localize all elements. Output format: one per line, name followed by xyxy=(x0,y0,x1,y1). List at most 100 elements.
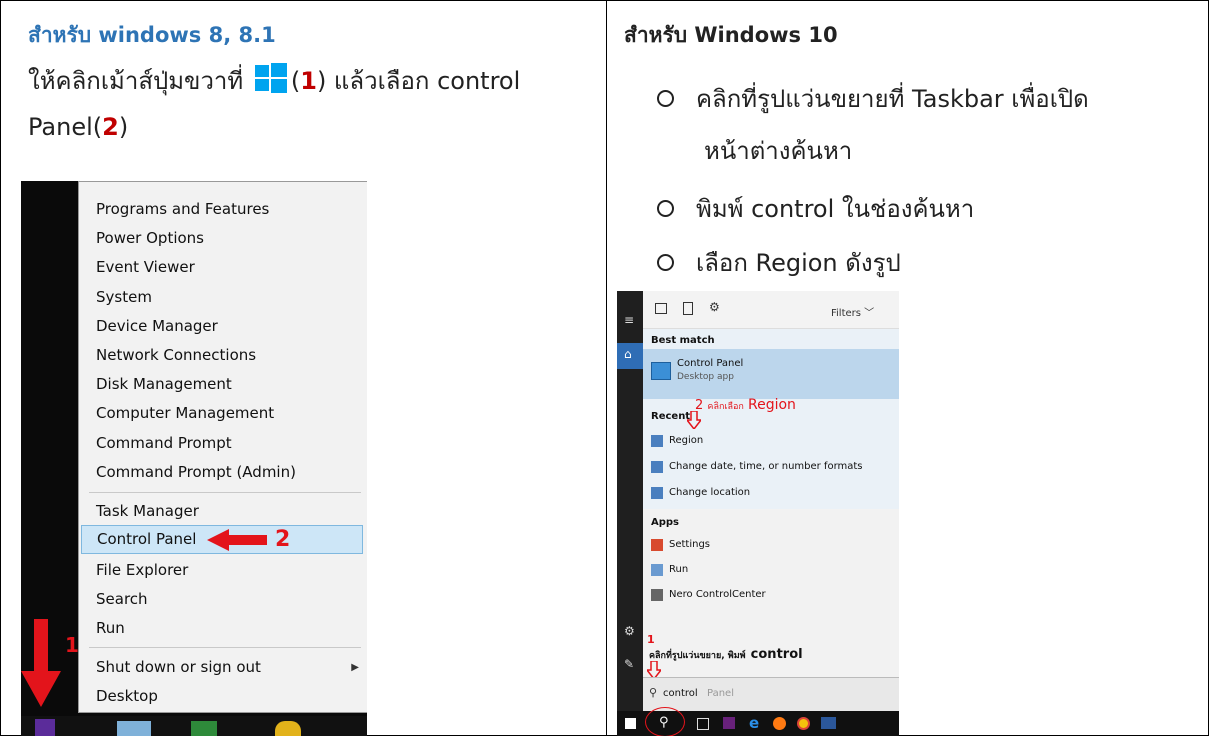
app-item-label: Run xyxy=(669,564,689,575)
menu-item-disk-management[interactable]: Disk Management xyxy=(96,375,232,393)
menu-item-task-manager[interactable]: Task Manager xyxy=(96,502,199,520)
red-arrow-left-icon xyxy=(207,529,267,551)
submenu-arrow-icon: ▶ xyxy=(351,662,359,673)
explorer-taskbar-icon[interactable] xyxy=(117,721,151,736)
control-panel-icon xyxy=(651,362,671,380)
hamburger-icon[interactable]: ≡ xyxy=(624,313,634,327)
bullet-1-continuation: หน้าต่างค้นหา xyxy=(704,137,853,165)
paren-open: ( xyxy=(290,67,301,95)
app-item-settings[interactable]: Settings xyxy=(643,533,899,557)
search-icon: ⚲ xyxy=(649,686,658,699)
menu-item-command-prompt-admin[interactable]: Command Prompt (Admin) xyxy=(96,463,296,481)
menu-item-computer-management[interactable]: Computer Management xyxy=(96,404,274,422)
menu-item-network-connections[interactable]: Network Connections xyxy=(96,346,256,364)
menu-item-power-options[interactable]: Power Options xyxy=(96,229,204,247)
bullet-2-text: พิมพ์ control ในช่องค้นหา xyxy=(696,195,975,223)
menu-item-programs-features[interactable]: Programs and Features xyxy=(96,200,269,218)
menu-separator xyxy=(89,647,361,648)
annotation-1-text: คลิกที่รูปแว่นขยาย, พิมพ์ control xyxy=(649,643,803,662)
apps-filter-icon[interactable] xyxy=(655,303,667,314)
menu-item-file-explorer[interactable]: File Explorer xyxy=(96,561,188,579)
visual-studio-icon[interactable] xyxy=(723,717,735,729)
windows10-heading: สำหรับ Windows 10 xyxy=(624,23,838,47)
menu-item-shutdown[interactable]: Shut down or sign out xyxy=(96,658,261,676)
word-icon[interactable] xyxy=(821,717,836,729)
menu-item-device-manager[interactable]: Device Manager xyxy=(96,317,218,335)
start-rail: ≡ ⌂ ⚙ ✎ xyxy=(617,291,643,711)
region-icon xyxy=(651,487,663,499)
filters-label: Filters xyxy=(831,308,861,319)
search-suggestion-text: Panel xyxy=(707,688,734,699)
app-item-label: Nero ControlCenter xyxy=(669,589,766,600)
run-app-icon xyxy=(651,564,663,576)
step2-marker: 2 xyxy=(275,527,291,552)
apps-label: Apps xyxy=(651,517,680,528)
windows-logo-icon xyxy=(254,63,287,93)
annotation-2-big: Region xyxy=(748,397,796,413)
bullet-3-text: เลือก Region ดังรูป xyxy=(696,249,901,277)
down-arrow-icon xyxy=(687,411,701,429)
instruction-text-b: ) แล้วเลือก control xyxy=(316,67,521,95)
filters-dropdown[interactable]: Filters ﹀ xyxy=(831,304,874,319)
annotation-2: 2 คลิกเลือก Region xyxy=(695,397,796,413)
app-item-run[interactable]: Run xyxy=(643,558,899,582)
windows8-heading: สำหรับ windows 8, 8.1 xyxy=(28,23,276,47)
menu-item-command-prompt[interactable]: Command Prompt xyxy=(96,434,232,452)
search-typed-text: control xyxy=(663,688,698,699)
menu-item-search[interactable]: Search xyxy=(96,590,148,608)
task-view-icon[interactable] xyxy=(697,718,709,730)
settings-filter-icon[interactable]: ⚙ xyxy=(709,300,720,314)
menu-item-desktop[interactable]: Desktop xyxy=(96,687,158,705)
windows8-instruction-line1: ให้คลิกเม้าส์ปุ่มขวาที่ (1) แล้วเลือก co… xyxy=(28,61,520,100)
nero-app-icon xyxy=(651,589,663,601)
menu-separator xyxy=(89,492,361,493)
start-button-icon[interactable] xyxy=(35,719,55,736)
settings-gear-icon[interactable]: ⚙ xyxy=(624,624,635,638)
search-box[interactable]: ⚲ control Panel xyxy=(643,677,899,712)
instruction-text-d: ) xyxy=(118,113,129,141)
bullet-circle-icon xyxy=(657,200,674,217)
start-button-icon[interactable] xyxy=(625,718,636,729)
menu-item-run[interactable]: Run xyxy=(96,619,125,637)
bullet-3: เลือก Region ดังรูป xyxy=(657,243,901,282)
home-icon: ⌂ xyxy=(624,347,632,361)
edge-icon[interactable]: e xyxy=(749,714,759,732)
instruction-table: สำหรับ windows 8, 8.1 ให้คลิกเม้าส์ปุ่มข… xyxy=(0,0,1209,736)
menu-item-system[interactable]: System xyxy=(96,288,152,306)
recent-item-label: Change date, time, or number formats xyxy=(669,461,863,472)
annotation-1-small: คลิกที่รูปแว่นขยาย, พิมพ์ xyxy=(649,651,746,661)
region-icon xyxy=(651,435,663,447)
search-toolbar: ⚙ Filters ﹀ xyxy=(643,291,899,329)
best-match-label: Best match xyxy=(651,335,715,346)
annotation-1-big: control xyxy=(750,647,803,662)
bullet-circle-icon xyxy=(657,254,674,271)
bullet-circle-icon xyxy=(657,90,674,107)
win10-taskbar: ⚲ e xyxy=(617,707,899,736)
win10-search-screenshot: ≡ ⌂ ⚙ ✎ ⚙ Filters ﹀ Best match Control P… xyxy=(617,291,899,736)
step1-marker: 1 xyxy=(65,633,79,657)
step-number-1: 1 xyxy=(300,67,317,95)
instruction-text-a: ให้คลิกเม้าส์ปุ่มขวาที่ xyxy=(28,67,244,95)
recent-item-label: Region xyxy=(669,435,704,446)
store-taskbar-icon[interactable] xyxy=(191,721,217,736)
best-match-subtitle: Desktop app xyxy=(677,372,734,382)
recent-item-change-date[interactable]: Change date, time, or number formats xyxy=(643,455,899,479)
winx-menu-screenshot: Programs and Features Power Options Even… xyxy=(21,181,367,736)
recent-label: Recent xyxy=(651,411,691,422)
bullet-1-text: คลิกที่รูปแว่นขยายที่ Taskbar เพื่อเปิด xyxy=(696,85,1089,113)
menu-item-event-viewer[interactable]: Event Viewer xyxy=(96,258,195,276)
annotation-2-small: คลิกเลือก xyxy=(707,402,744,412)
chrome-taskbar-icon[interactable] xyxy=(275,721,301,736)
chrome-icon[interactable] xyxy=(797,717,810,730)
bullet-1: คลิกที่รูปแว่นขยายที่ Taskbar เพื่อเปิด xyxy=(657,79,1089,118)
red-arrow-down-icon xyxy=(21,619,61,707)
recent-item-change-location[interactable]: Change location xyxy=(643,481,899,505)
recent-item-region[interactable]: Region xyxy=(643,429,899,453)
app-item-nero[interactable]: Nero ControlCenter xyxy=(643,583,899,607)
best-match-title: Control Panel xyxy=(677,358,744,369)
documents-filter-icon[interactable] xyxy=(683,302,693,315)
feedback-icon[interactable]: ✎ xyxy=(624,657,634,671)
settings-app-icon xyxy=(651,539,663,551)
best-match-result[interactable]: Control Panel Desktop app xyxy=(643,349,899,399)
firefox-icon[interactable] xyxy=(773,717,786,730)
